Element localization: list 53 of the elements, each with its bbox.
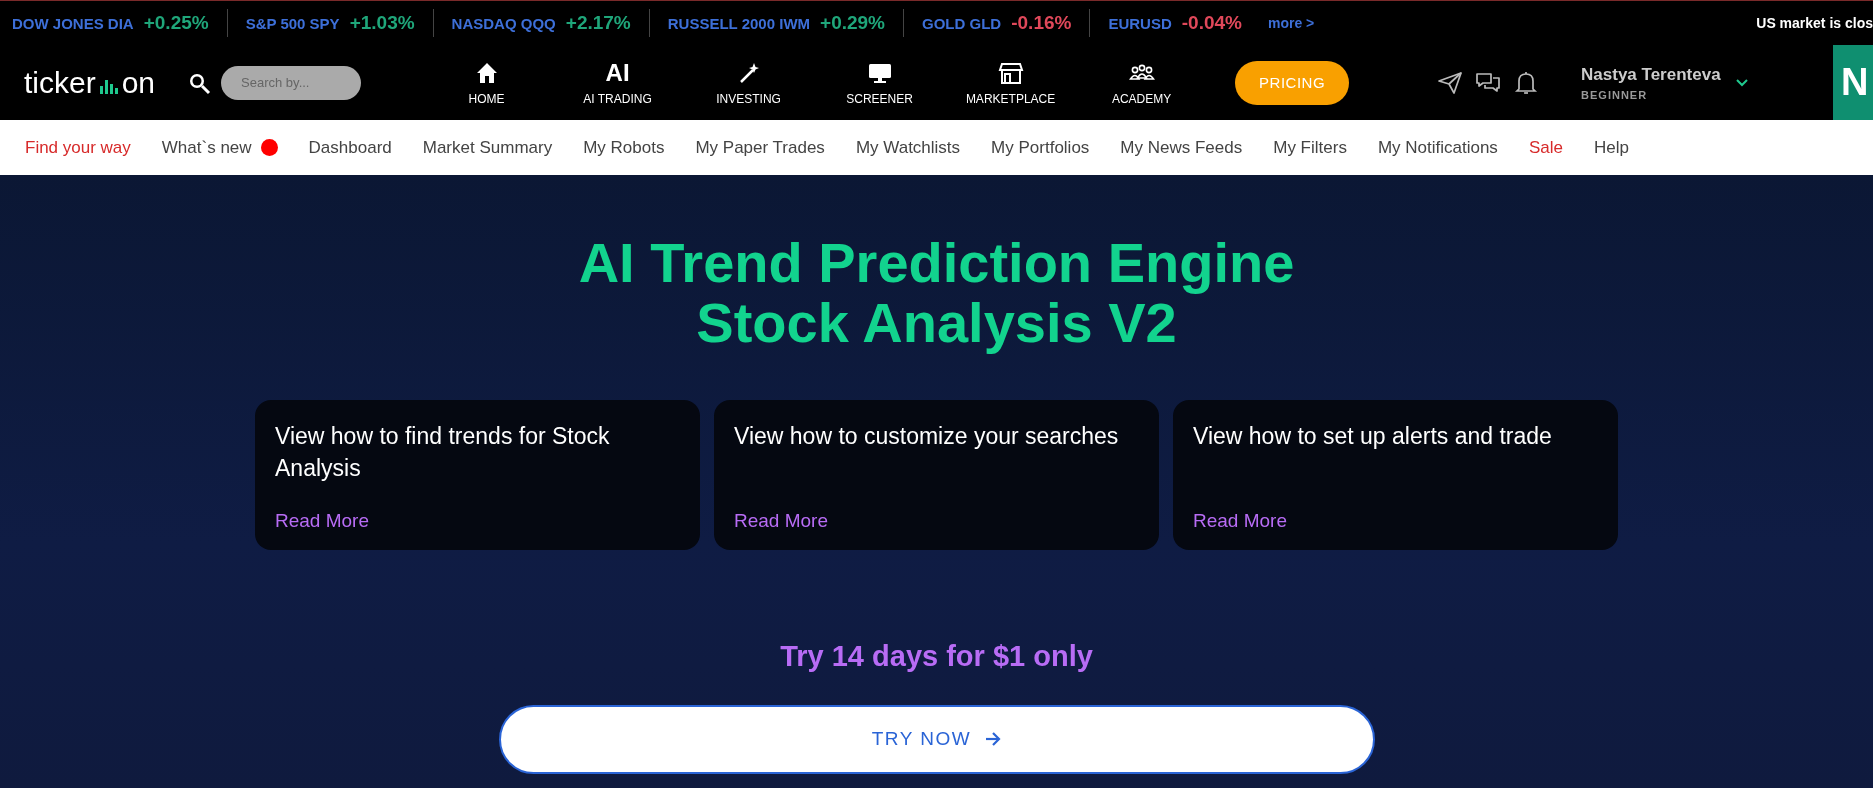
menu-item[interactable]: My Robots [583, 137, 665, 158]
nav-item[interactable]: MARKETPLACE [945, 59, 1077, 106]
offer-text: Try 14 days for $1 only [780, 639, 1093, 673]
nav-item[interactable]: HOME [421, 59, 553, 106]
market-status: US market is clos [1756, 15, 1873, 31]
card-text: View how to customize your searches [734, 421, 1120, 451]
arrow-right-icon [985, 731, 1002, 748]
ai-icon: AI [605, 59, 630, 86]
read-more-link[interactable]: Read More [734, 509, 1139, 532]
logo-text: on [121, 65, 156, 100]
more-link[interactable]: more > [1267, 15, 1315, 31]
ticker-symbol[interactable]: EURUSD [1108, 14, 1172, 32]
ticker-symbol[interactable]: S&P 500 SPY [245, 14, 340, 32]
bell-icon[interactable] [1513, 69, 1540, 96]
logo-text: ticker [24, 65, 96, 100]
menu-item[interactable]: My Notifications [1377, 137, 1498, 158]
ticker-symbol[interactable]: RUSSELL 2000 IWM [667, 14, 811, 32]
menu-item[interactable]: What`s new [161, 137, 278, 158]
menu-item[interactable]: Sale [1528, 137, 1563, 158]
ticker-symbol[interactable]: NASDAQ QQQ [451, 14, 556, 32]
user-name[interactable]: Nastya Terenteva [1581, 64, 1721, 85]
ticker-change: +1.03% [349, 12, 415, 34]
menu-item[interactable]: Market Summary [422, 137, 553, 158]
ticker-change: -0.04% [1181, 12, 1242, 34]
nav-item[interactable]: INVESTING [683, 59, 815, 106]
read-more-link[interactable]: Read More [275, 509, 680, 532]
nav-item[interactable]: ACADEMY [1076, 59, 1208, 106]
card-text: View how to set up alerts and trade [1193, 421, 1553, 451]
ticker-symbol[interactable]: DOW JONES DIA [12, 14, 134, 32]
menu-item[interactable]: My News Feeds [1120, 137, 1243, 158]
ticker-change: +0.25% [143, 12, 209, 34]
ticker-change: +0.29% [820, 12, 886, 34]
search-field[interactable]: Search by... [221, 65, 362, 100]
menu-item[interactable]: My Portfolios [991, 137, 1090, 158]
user-level: BEGINNER [1581, 88, 1649, 101]
menu-item[interactable]: Dashboard [308, 137, 392, 158]
nav-item[interactable]: AI AI TRADING [552, 59, 684, 106]
ticker-change: +2.17% [565, 12, 631, 34]
card-text: View how to find trends for Stock Analysis [275, 421, 611, 484]
try-now-button[interactable]: TRY NOW [498, 704, 1375, 774]
chevron-down-icon[interactable] [1734, 77, 1749, 88]
ticker-change: -0.16% [1011, 12, 1072, 34]
send-icon[interactable] [1437, 69, 1464, 96]
menu-item[interactable]: Find your way [25, 137, 131, 158]
menu-item[interactable]: Help [1593, 137, 1629, 158]
read-more-link[interactable]: Read More [1193, 509, 1598, 532]
menu-item[interactable]: My Paper Trades [695, 137, 825, 158]
hero-title: AI Trend Prediction Engine Stock Analysis V2 [578, 233, 1295, 354]
avatar[interactable]: N [1833, 45, 1873, 120]
menu-item[interactable]: My Watchlists [855, 137, 961, 158]
menu-item[interactable]: My Filters [1273, 137, 1347, 158]
ticker-symbol[interactable]: GOLD GLD [922, 14, 1002, 32]
nav-item[interactable]: SCREENER [814, 59, 946, 106]
